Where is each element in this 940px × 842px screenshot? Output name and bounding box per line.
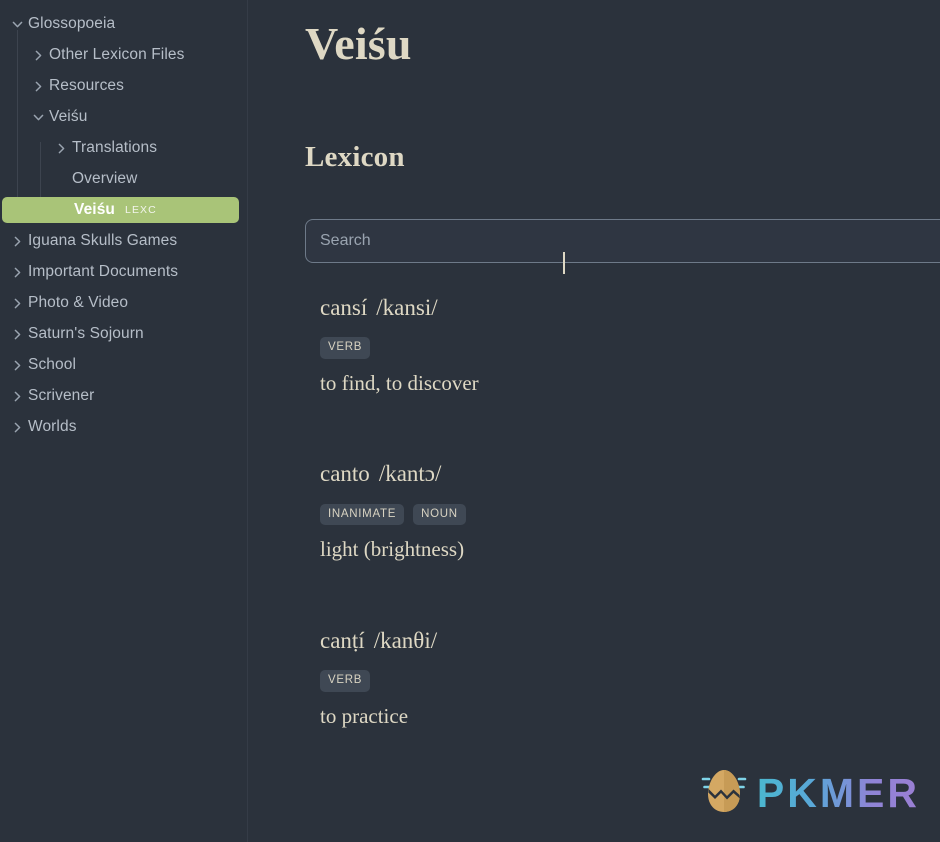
chevron-right-icon[interactable] bbox=[50, 143, 72, 154]
sidebar-item-overview[interactable]: Overview bbox=[0, 166, 239, 192]
app-window: Glossopoeia Other Lexicon Files Resources V… bbox=[0, 0, 940, 842]
entry-tag-list: VERB bbox=[320, 337, 940, 359]
entry-tag-list: VERB bbox=[320, 670, 940, 692]
sidebar-item-label: Iguana Skulls Games bbox=[28, 232, 178, 250]
chevron-right-icon[interactable] bbox=[27, 81, 49, 92]
entry-headword: canṭí bbox=[320, 627, 365, 653]
entry-headword-row: canṭí/kanθi/ bbox=[320, 627, 940, 655]
sidebar-item-vei-u[interactable]: Veiśu bbox=[0, 104, 239, 130]
sidebar-item-important-documents[interactable]: Important Documents bbox=[0, 259, 239, 285]
file-explorer-sidebar: Glossopoeia Other Lexicon Files Resources V… bbox=[0, 0, 248, 842]
file-extension-badge: LEXC bbox=[125, 203, 157, 216]
sidebar-item-label: Veiśu bbox=[74, 201, 115, 219]
chevron-right-icon[interactable] bbox=[27, 50, 49, 61]
lexicon-entry: canṭí/kanθi/VERB to practice bbox=[305, 627, 940, 729]
entry-tag[interactable]: VERB bbox=[320, 337, 371, 359]
lexicon-entry: cansí/kansi/VERB to find, to discover bbox=[305, 294, 940, 396]
sidebar-item-label: Other Lexicon Files bbox=[49, 46, 185, 64]
entry-headword-row: cansí/kansi/ bbox=[320, 294, 940, 322]
sidebar-item-photo-video[interactable]: Photo & Video bbox=[0, 290, 239, 316]
sidebar-item-scrivener[interactable]: Scrivener bbox=[0, 383, 239, 409]
entry-definition: to find, to discover bbox=[320, 370, 479, 395]
sidebar-item-glossopoeia[interactable]: Glossopoeia bbox=[0, 11, 239, 37]
entry-headword-row: canto/kantɔ/ bbox=[320, 460, 940, 488]
search-container bbox=[305, 218, 940, 263]
page-title: Veiśu bbox=[305, 18, 412, 69]
sidebar-item-label: Veiśu bbox=[49, 108, 88, 126]
sidebar-item-saturn-s-sojourn[interactable]: Saturn's Sojourn bbox=[0, 321, 239, 347]
sidebar-item-label: Worlds bbox=[28, 418, 77, 436]
entry-headword: cansí bbox=[320, 294, 368, 320]
sidebar-item-label: Overview bbox=[72, 170, 138, 188]
sidebar-item-iguana-skulls-games[interactable]: Iguana Skulls Games bbox=[0, 228, 239, 254]
no-chevron-spacer bbox=[50, 174, 72, 185]
entry-pronunciation: /kansi/ bbox=[376, 294, 438, 320]
sidebar-item-vei-u[interactable]: Veiśu LEXC bbox=[2, 197, 239, 223]
entry-headword: canto bbox=[320, 461, 370, 487]
sidebar-item-label: Photo & Video bbox=[28, 294, 129, 312]
chevron-right-icon[interactable] bbox=[6, 391, 28, 402]
sidebar-item-label: Important Documents bbox=[28, 263, 179, 281]
sidebar-item-label: Scrivener bbox=[28, 387, 95, 405]
sidebar-item-resources[interactable]: Resources bbox=[0, 73, 239, 99]
chevron-right-icon[interactable] bbox=[6, 422, 28, 433]
sidebar-item-label: Resources bbox=[49, 77, 124, 95]
chevron-right-icon[interactable] bbox=[6, 236, 28, 247]
sidebar-item-translations[interactable]: Translations bbox=[0, 135, 239, 161]
entry-definition: to practice bbox=[320, 703, 409, 728]
sidebar-item-label: Glossopoeia bbox=[28, 15, 116, 33]
entry-tag[interactable]: NOUN bbox=[413, 503, 466, 526]
entry-definition: light (brightness) bbox=[320, 537, 465, 562]
entry-tag-list: INANIMATE NOUN bbox=[320, 503, 940, 526]
sidebar-item-worlds[interactable]: Worlds bbox=[0, 414, 239, 440]
text-cursor bbox=[563, 252, 565, 274]
chevron-right-icon[interactable] bbox=[6, 360, 28, 371]
chevron-right-icon[interactable] bbox=[6, 298, 28, 309]
sidebar-item-label: Saturn's Sojourn bbox=[28, 325, 144, 343]
no-chevron-spacer bbox=[52, 205, 74, 216]
lexicon-entry: canto/kantɔ/INANIMATE NOUN light (brightne… bbox=[305, 460, 940, 562]
search-input[interactable] bbox=[305, 218, 940, 263]
chevron-down-icon[interactable] bbox=[27, 112, 49, 123]
lexicon-entry-list: cansí/kansi/VERB to find, to discover cant… bbox=[305, 294, 940, 729]
chevron-right-icon[interactable] bbox=[6, 329, 28, 340]
section-heading-lexicon: Lexicon bbox=[305, 140, 405, 173]
sidebar-item-school[interactable]: School bbox=[0, 352, 239, 378]
entry-tag[interactable]: INANIMATE bbox=[320, 503, 405, 526]
sidebar-item-label: School bbox=[28, 356, 76, 374]
sidebar-item-label: Translations bbox=[72, 139, 158, 157]
chevron-right-icon[interactable] bbox=[6, 267, 28, 278]
main-content-area: Veiśu Lexicon cansí/kansi/VERB to find, t… bbox=[248, 0, 940, 842]
sidebar-item-other-lexicon-files[interactable]: Other Lexicon Files bbox=[0, 42, 239, 68]
entry-pronunciation: /kanθi/ bbox=[373, 627, 438, 653]
entry-pronunciation: /kantɔ/ bbox=[378, 461, 442, 487]
chevron-down-icon[interactable] bbox=[6, 19, 28, 30]
entry-tag[interactable]: VERB bbox=[320, 670, 371, 692]
